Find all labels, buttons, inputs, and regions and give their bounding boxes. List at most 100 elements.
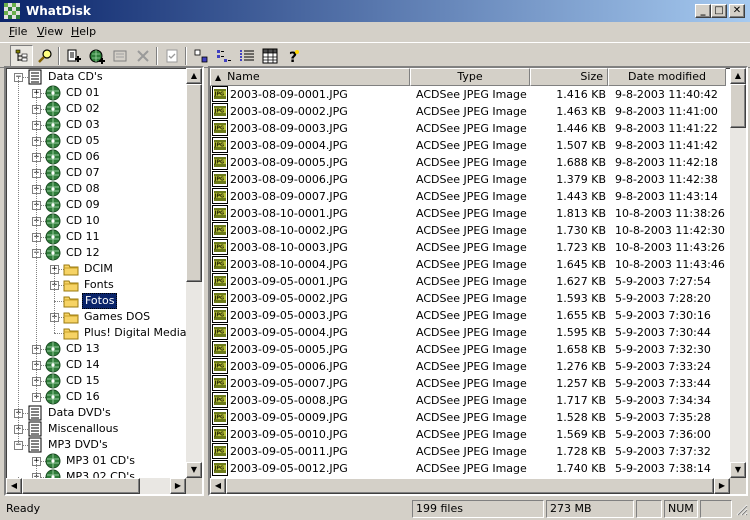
table-row[interactable]: JPG 2003-08-09-0003.JPG ACDSee JPEG Image 1… — [210, 120, 726, 137]
tree-node[interactable]: + CD 08 — [6, 181, 186, 197]
tree-horizontal-scrollbar[interactable]: ◀ ▶ — [6, 478, 186, 494]
table-row[interactable]: JPG 2003-09-05-0010.JPG ACDSee JPEG Image 1… — [210, 426, 726, 443]
tree-node[interactable]: + CD 02 — [6, 101, 186, 117]
tree-node[interactable]: + CD 11 — [6, 229, 186, 245]
table-row[interactable]: JPG 2003-09-05-0001.JPG ACDSee JPEG Image 1… — [210, 273, 726, 290]
tree-connector — [18, 77, 19, 445]
tree-node[interactable]: + DCIM — [6, 261, 186, 277]
table-row[interactable]: JPG 2003-08-09-0001.JPG ACDSee JPEG Image 1… — [210, 86, 726, 103]
scroll-down-button[interactable]: ▼ — [730, 462, 746, 478]
column-header-date-modified[interactable]: Date modified — [608, 68, 726, 86]
tree-node[interactable]: + CD 15 — [6, 373, 186, 389]
menu-view[interactable]: View — [37, 25, 63, 38]
tree-node-label: CD 13 — [66, 342, 100, 355]
add-disk-icon[interactable] — [62, 45, 85, 67]
column-header-type[interactable]: Type — [410, 68, 530, 86]
table-row[interactable]: JPG 2003-08-10-0004.JPG ACDSee JPEG Image 1… — [210, 256, 726, 273]
disk-properties-icon[interactable] — [108, 45, 131, 67]
title-bar[interactable]: WhatDisk _ □ ✕ — [0, 0, 750, 22]
tree-node[interactable]: + CD 13 — [6, 341, 186, 357]
scroll-down-button[interactable]: ▼ — [186, 462, 202, 478]
table-row[interactable]: JPG 2003-08-10-0002.JPG ACDSee JPEG Image 1… — [210, 222, 726, 239]
tree-node[interactable]: − Data CD's — [6, 69, 186, 85]
jpeg-file-icon: JPG — [212, 324, 228, 340]
tree-node[interactable]: + CD 05 — [6, 133, 186, 149]
table-row[interactable]: JPG 2003-08-09-0005.JPG ACDSee JPEG Image 1… — [210, 154, 726, 171]
grid-icon[interactable] — [258, 45, 281, 67]
maximize-button[interactable]: □ — [711, 4, 727, 18]
scroll-left-button[interactable]: ◀ — [210, 478, 226, 494]
scroll-up-button[interactable]: ▲ — [186, 68, 202, 84]
cell-size: 1.813 KB — [556, 207, 606, 220]
scroll-right-button[interactable]: ▶ — [170, 478, 186, 494]
table-row[interactable]: JPG 2003-09-05-0008.JPG ACDSee JPEG Image 1… — [210, 392, 726, 409]
tree-node[interactable]: + CD 03 — [6, 117, 186, 133]
tree-node[interactable]: Fotos — [6, 293, 186, 309]
resize-grip-icon[interactable] — [734, 502, 748, 518]
tree-node[interactable]: + CD 07 — [6, 165, 186, 181]
file-list[interactable]: ▲ Name Type Size Date modified JPG 2003-08… — [208, 66, 748, 496]
delete-icon[interactable] — [131, 45, 154, 67]
cell-type: ACDSee JPEG Image — [416, 343, 527, 356]
table-row[interactable]: JPG 2003-09-05-0007.JPG ACDSee JPEG Image 1… — [210, 375, 726, 392]
tree-scroll-thumb[interactable] — [186, 84, 202, 282]
jpeg-file-icon: JPG — [212, 137, 228, 153]
table-row[interactable]: JPG 2003-09-05-0012.JPG ACDSee JPEG Image 1… — [210, 460, 726, 477]
list-scroll-thumb[interactable] — [730, 84, 746, 128]
table-row[interactable]: JPG 2003-08-10-0001.JPG ACDSee JPEG Image 1… — [210, 205, 726, 222]
tree-node[interactable]: + Fonts — [6, 277, 186, 293]
disc-icon — [45, 453, 61, 469]
list-hscroll-thumb[interactable] — [226, 478, 714, 494]
table-row[interactable]: JPG 2003-08-09-0006.JPG ACDSee JPEG Image 1… — [210, 171, 726, 188]
table-row[interactable]: JPG 2003-09-05-0004.JPG ACDSee JPEG Image 1… — [210, 324, 726, 341]
large-icons-icon[interactable] — [189, 45, 212, 67]
add-network-icon[interactable] — [85, 45, 108, 67]
svg-text:JPG: JPG — [214, 449, 225, 455]
scroll-up-button[interactable]: ▲ — [730, 68, 746, 84]
list-icon[interactable] — [212, 45, 235, 67]
list-vertical-scrollbar[interactable]: ▲ ▼ — [730, 68, 746, 478]
menu-help[interactable]: Help — [71, 25, 96, 38]
cell-type: ACDSee JPEG Image — [416, 258, 527, 271]
table-row[interactable]: JPG 2003-09-05-0011.JPG ACDSee JPEG Image 1… — [210, 443, 726, 460]
table-row[interactable]: JPG 2003-09-05-0003.JPG ACDSee JPEG Image 1… — [210, 307, 726, 324]
tree-hscroll-thumb[interactable] — [22, 478, 140, 494]
tree-node[interactable]: + CD 09 — [6, 197, 186, 213]
tree-node[interactable]: − CD 12 — [6, 245, 186, 261]
table-row[interactable]: JPG 2003-09-05-0005.JPG ACDSee JPEG Image 1… — [210, 341, 726, 358]
tree-node[interactable]: + Miscenallous — [6, 421, 186, 437]
properties-icon[interactable] — [160, 45, 183, 67]
tree-node[interactable]: + CD 10 — [6, 213, 186, 229]
table-row[interactable]: JPG 2003-08-09-0007.JPG ACDSee JPEG Image 1… — [210, 188, 726, 205]
scroll-left-button[interactable]: ◀ — [6, 478, 22, 494]
folder-tree[interactable]: − Data CD's + CD 01 + CD 02 + CD 03 + CD 05 + CD 06… — [4, 66, 204, 496]
tree-node[interactable]: + CD 14 — [6, 357, 186, 373]
table-row[interactable]: JPG 2003-08-09-0002.JPG ACDSee JPEG Image 1… — [210, 103, 726, 120]
tree-node[interactable]: − MP3 DVD's — [6, 437, 186, 453]
tree-view-icon[interactable] — [10, 45, 33, 67]
tree-node[interactable]: + Games DOS — [6, 309, 186, 325]
menu-file[interactable]: File — [9, 25, 27, 38]
table-row[interactable]: JPG 2003-09-05-0006.JPG ACDSee JPEG Image 1… — [210, 358, 726, 375]
close-button[interactable]: ✕ — [729, 4, 745, 18]
tree-node[interactable]: + Data DVD's — [6, 405, 186, 421]
column-header-size[interactable]: Size — [530, 68, 608, 86]
tree-vertical-scrollbar[interactable]: ▲ ▼ — [186, 68, 202, 478]
column-header-name[interactable]: ▲ Name — [210, 68, 410, 86]
table-row[interactable]: JPG 2003-09-05-0009.JPG ACDSee JPEG Image 1… — [210, 409, 726, 426]
tree-node[interactable]: Plus! Digital Media Edition — [6, 325, 202, 341]
tree-node[interactable]: + CD 01 — [6, 85, 186, 101]
scroll-right-button[interactable]: ▶ — [714, 478, 730, 494]
tree-node[interactable]: + CD 16 — [6, 389, 186, 405]
table-row[interactable]: JPG 2003-08-10-0003.JPG ACDSee JPEG Image 1… — [210, 239, 726, 256]
minimize-button[interactable]: _ — [695, 4, 711, 18]
table-row[interactable]: JPG 2003-09-05-0002.JPG ACDSee JPEG Image 1… — [210, 290, 726, 307]
find-icon[interactable] — [33, 45, 56, 67]
tree-node[interactable]: + MP3 01 CD's — [6, 453, 186, 469]
list-horizontal-scrollbar[interactable]: ◀ ▶ — [210, 478, 730, 494]
details-icon[interactable] — [235, 45, 258, 67]
table-row[interactable]: JPG 2003-08-09-0004.JPG ACDSee JPEG Image 1… — [210, 137, 726, 154]
tree-node[interactable]: + CD 06 — [6, 149, 186, 165]
tree-node-label: MP3 DVD's — [48, 438, 108, 451]
help-icon[interactable]: ? — [281, 45, 304, 67]
